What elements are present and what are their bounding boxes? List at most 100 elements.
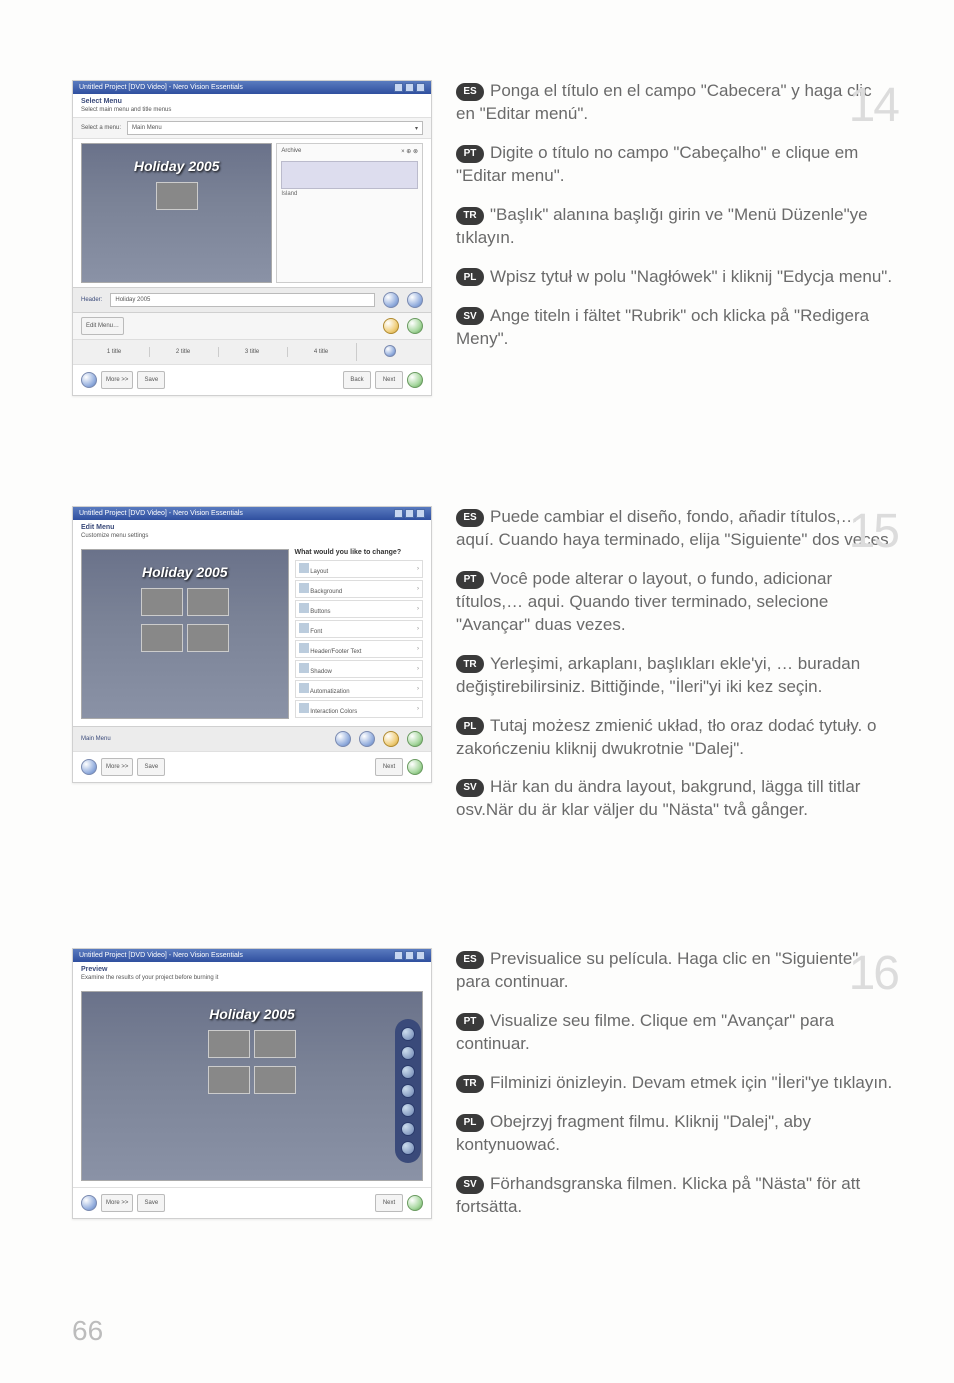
step-number: 15 xyxy=(849,500,898,565)
lang-pill: SV xyxy=(456,307,484,325)
step-14-text: 14 ESPonga el título en el campo "Cabece… xyxy=(456,80,894,366)
chevron-right-icon: › xyxy=(417,646,419,652)
step-16-text: 16 ESPrevisualice su película. Haga clic… xyxy=(456,948,894,1234)
nav-orb-icon xyxy=(407,318,423,334)
list-item[interactable]: Font› xyxy=(295,620,423,638)
shadow-icon xyxy=(299,663,309,673)
help-icon[interactable] xyxy=(81,1195,97,1211)
chevron-right-icon: › xyxy=(417,666,419,672)
instruction-text: Obejrzyj fragment filmu. Kliknij "Dalej"… xyxy=(456,1112,811,1154)
more-button[interactable]: More >> xyxy=(101,1194,133,1212)
buttons-icon xyxy=(299,603,309,613)
instruction-text: Ange titeln i fältet "Rubrik" och klicka… xyxy=(456,306,869,348)
menu-select-row: Select a menu: Main Menu ▾ xyxy=(73,117,431,139)
dropdown-value: Main Menu xyxy=(132,125,162,131)
remote-button-icon[interactable] xyxy=(401,1141,415,1155)
screenshot-15: Untitled Project [DVD Video] - Nero Visi… xyxy=(72,506,432,783)
instruction-text: Puede cambiar el diseño, fondo, añadir t… xyxy=(456,507,893,549)
preview-title: Holiday 2005 xyxy=(134,158,220,174)
help-icon[interactable] xyxy=(81,759,97,775)
screenshot-14: Untitled Project [DVD Video] - Nero Visi… xyxy=(72,80,432,396)
next-button[interactable]: Next xyxy=(375,1194,403,1212)
lang-pill: TR xyxy=(456,655,484,673)
chevron-right-icon: › xyxy=(417,566,419,572)
timeline: 1 title 2 title 3 title 4 title xyxy=(73,339,431,364)
list-item[interactable]: Interaction Colors› xyxy=(295,700,423,718)
more-button[interactable]: More >> xyxy=(101,758,133,776)
archive-label: Archive xyxy=(281,148,301,155)
preview-title: Holiday 2005 xyxy=(209,1006,295,1022)
header-value: Holiday 2005 xyxy=(115,297,150,303)
instruction-text: Ponga el título en el campo "Cabecera" y… xyxy=(456,81,872,123)
lang-pill: ES xyxy=(456,83,484,101)
window-title: Untitled Project [DVD Video] - Nero Visi… xyxy=(79,952,243,959)
remote-button-icon[interactable] xyxy=(401,1065,415,1079)
page-number: 66 xyxy=(72,1315,103,1347)
instruction-text: Previsualice su película. Haga clic en "… xyxy=(456,949,858,991)
next-button[interactable]: Next xyxy=(375,371,403,389)
thumb-nav-icon xyxy=(383,292,399,308)
options-list: What would you like to change? Layout› B… xyxy=(295,549,423,720)
background-icon xyxy=(299,583,309,593)
list-item[interactable]: Layout› xyxy=(295,560,423,578)
list-item[interactable]: Header/Footer Text› xyxy=(295,640,423,658)
go-icon[interactable] xyxy=(407,1195,423,1211)
instruction-text: Här kan du ändra layout, bakgrund, lägga… xyxy=(456,777,860,819)
more-button[interactable]: More >> xyxy=(101,371,133,389)
thumb-nav-icon xyxy=(407,292,423,308)
save-button[interactable]: Save xyxy=(137,758,165,776)
colors-icon xyxy=(299,703,309,713)
go-icon[interactable] xyxy=(407,372,423,388)
chevron-down-icon: ▾ xyxy=(415,125,418,132)
archive-panel: Archive× ⊕ ⊗ Island xyxy=(276,143,423,283)
instruction-text: Tutaj możesz zmienić układ, tło oraz dod… xyxy=(456,716,876,758)
panel-heading: Select Menu xyxy=(73,94,431,107)
instruction-text: Você pode alterar o layout, o fundo, adi… xyxy=(456,569,832,634)
strip-label: Main Menu xyxy=(81,736,111,742)
timeline-end-icon xyxy=(384,345,396,357)
save-button[interactable]: Save xyxy=(137,1194,165,1212)
thumb-nav-icon xyxy=(359,731,375,747)
remote-button-icon[interactable] xyxy=(401,1084,415,1098)
panel-desc: Select main menu and title menus xyxy=(73,107,431,117)
font-icon xyxy=(299,623,309,633)
remote-button-icon[interactable] xyxy=(401,1122,415,1136)
thumbnail-clip xyxy=(208,1030,250,1058)
lang-pill: TR xyxy=(456,207,484,225)
next-button[interactable]: Next xyxy=(375,758,403,776)
header-field[interactable]: Holiday 2005 xyxy=(110,293,375,307)
edit-menu-button[interactable]: Edit Menu… xyxy=(81,317,124,335)
lang-pill: ES xyxy=(456,951,484,969)
screenshot-16: Untitled Project [DVD Video] - Nero Visi… xyxy=(72,948,432,1219)
list-item[interactable]: Background› xyxy=(295,580,423,598)
window-title: Untitled Project [DVD Video] - Nero Visi… xyxy=(79,510,243,517)
chevron-right-icon: › xyxy=(417,606,419,612)
thumbnail-clip xyxy=(141,624,183,652)
step-number: 14 xyxy=(849,74,898,139)
strip-label: Header: xyxy=(81,297,102,303)
timeline-seg: 3 title xyxy=(218,347,285,357)
remote-button-icon[interactable] xyxy=(401,1046,415,1060)
remote-button-icon[interactable] xyxy=(401,1027,415,1041)
thumb-nav-icon xyxy=(383,731,399,747)
auto-icon xyxy=(299,683,309,693)
preview-title: Holiday 2005 xyxy=(142,564,228,580)
go-icon[interactable] xyxy=(407,759,423,775)
step-14: Untitled Project [DVD Video] - Nero Visi… xyxy=(72,80,894,396)
remote-button-icon[interactable] xyxy=(401,1103,415,1117)
thumbnail-clip xyxy=(156,182,198,210)
thumbnail-clip xyxy=(187,624,229,652)
window-buttons xyxy=(394,951,425,960)
lang-pill: PT xyxy=(456,145,484,163)
list-item[interactable]: Shadow› xyxy=(295,660,423,678)
list-item[interactable]: Buttons› xyxy=(295,600,423,618)
menu-dropdown[interactable]: Main Menu ▾ xyxy=(127,121,423,135)
save-button[interactable]: Save xyxy=(137,371,165,389)
back-button[interactable]: Back xyxy=(343,371,371,389)
list-item[interactable]: Automatization› xyxy=(295,680,423,698)
help-icon[interactable] xyxy=(81,372,97,388)
chevron-right-icon: › xyxy=(417,586,419,592)
step-15-text: 15 ESPuede cambiar el diseño, fondo, aña… xyxy=(456,506,894,838)
panel-desc: Customize menu settings xyxy=(73,533,431,543)
instruction-text: Yerleşimi, arkaplanı, başlıkları ekle'yi… xyxy=(456,654,860,696)
